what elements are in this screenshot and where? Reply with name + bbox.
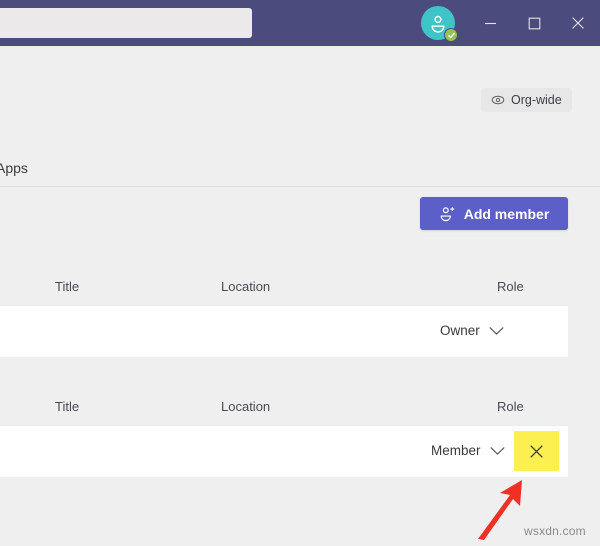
tab-strip-divider [0, 186, 600, 187]
chevron-down-icon [489, 326, 504, 335]
close-x-icon [530, 444, 543, 458]
tab-apps-label: Apps [0, 160, 28, 176]
minimize-icon [484, 22, 496, 24]
org-wide-badge[interactable]: Org-wide [481, 88, 572, 112]
add-member-button[interactable]: Add member [420, 197, 568, 230]
column-header-title: Title [55, 279, 80, 294]
watermark: wsxdn.com [524, 524, 586, 538]
close-button[interactable] [563, 8, 593, 38]
column-header-location: Location [221, 399, 271, 414]
org-wide-label: Org-wide [511, 93, 562, 107]
row-divider [0, 425, 568, 426]
add-member-label: Add member [463, 205, 550, 222]
column-header-role: Role [497, 279, 524, 294]
maximize-icon [528, 17, 540, 29]
owners-column-header-row: Title Location Role [0, 267, 600, 307]
chevron-down-icon [490, 446, 504, 455]
column-header-role: Role [497, 399, 524, 414]
column-header-location: Location [221, 279, 271, 294]
app-title-bar: mand [0, 0, 600, 46]
role-value: Owner [440, 323, 480, 338]
person-add-icon [440, 207, 454, 222]
column-header-title: Title [55, 399, 80, 414]
role-dropdown-owner[interactable]: Owner [440, 323, 504, 338]
role-dropdown-member[interactable]: Member [431, 443, 505, 458]
search-input[interactable]: mand [0, 8, 252, 38]
tab-apps[interactable]: Apps [0, 160, 28, 176]
members-column-header-row: Title Location Role [0, 387, 600, 427]
row-divider [0, 305, 568, 306]
available-check-icon [447, 32, 455, 38]
table-row[interactable]: Member [0, 425, 568, 477]
remove-member-button[interactable] [514, 431, 559, 471]
eye-icon [491, 95, 505, 105]
minimize-button[interactable] [475, 8, 505, 38]
table-row[interactable]: Owner [0, 305, 568, 357]
role-value: Member [431, 443, 481, 458]
maximize-button[interactable] [519, 8, 549, 38]
presence-badge [444, 28, 458, 42]
close-icon [572, 17, 584, 29]
